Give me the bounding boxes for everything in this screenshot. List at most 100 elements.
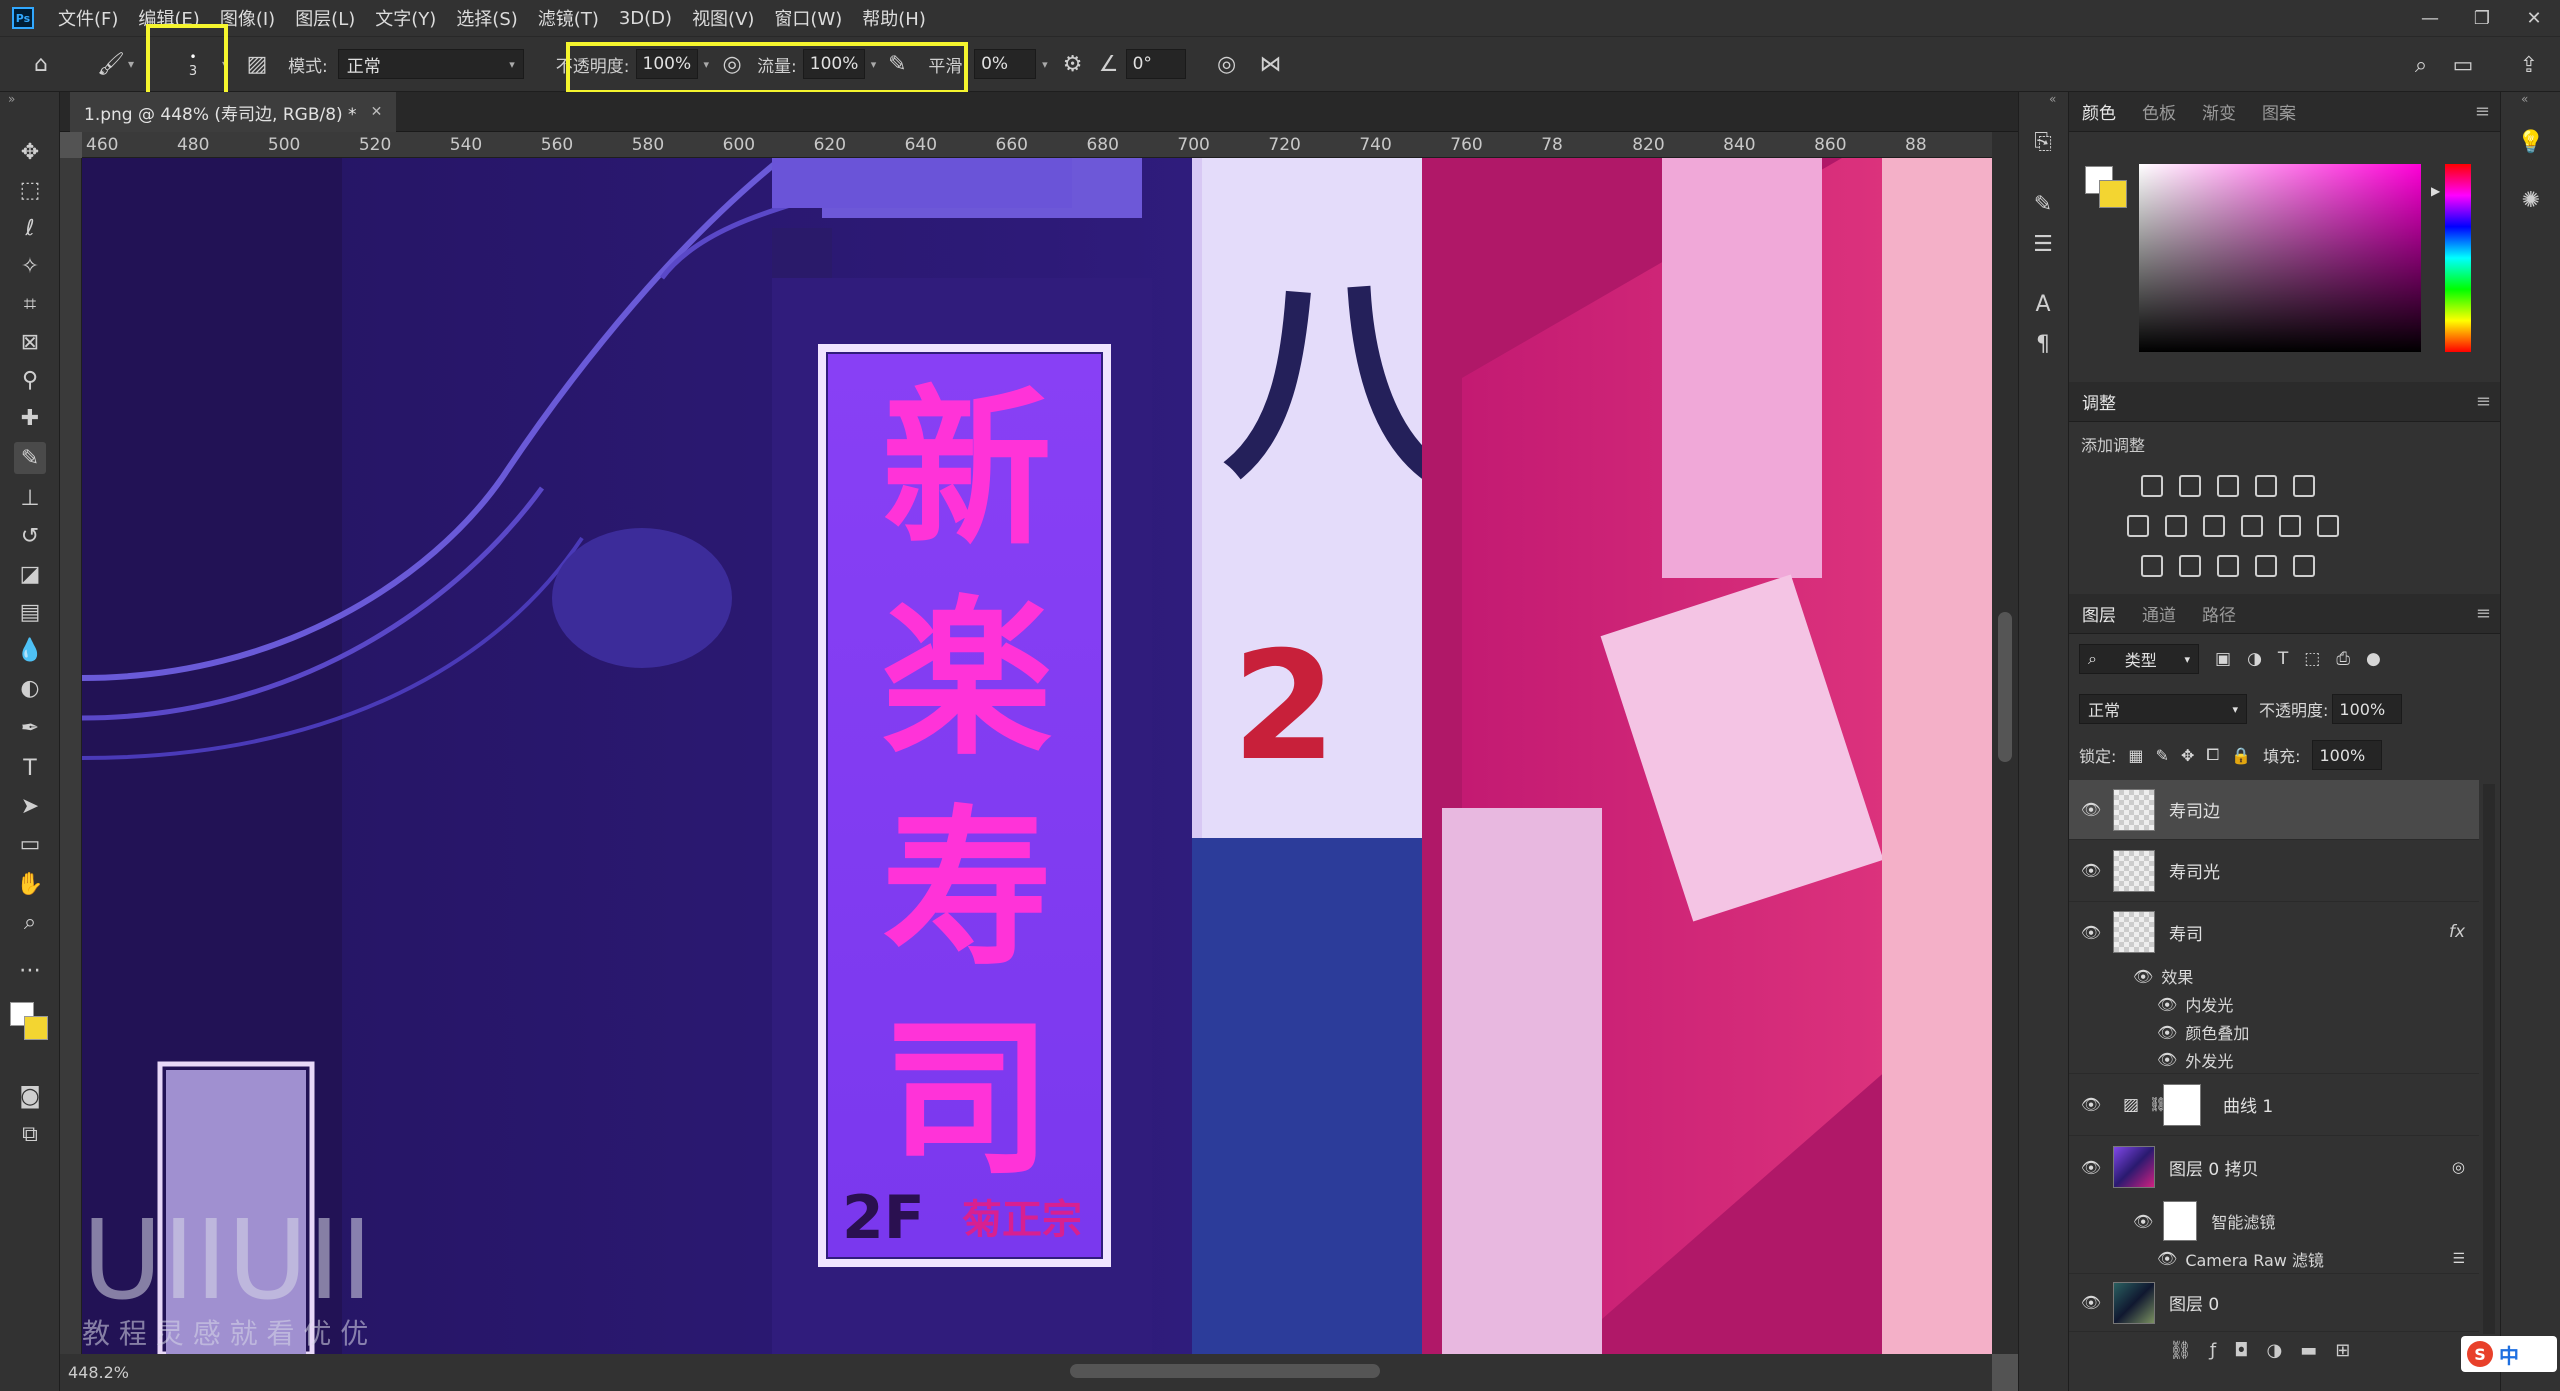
- canvas-vertical-scrollbar[interactable]: [1992, 132, 2018, 1354]
- path-selection-icon[interactable]: ➤: [14, 790, 46, 822]
- filter-toggle-icon[interactable]: ●: [2366, 649, 2381, 669]
- eyedropper-icon[interactable]: ⚲: [14, 364, 46, 396]
- blend-mode-select[interactable]: 正常 ▾: [2079, 694, 2247, 724]
- invert-icon[interactable]: [2141, 555, 2163, 577]
- tab-color[interactable]: 颜色: [2069, 99, 2129, 124]
- scroll-thumb[interactable]: [1998, 612, 2012, 762]
- rectangle-tool-icon[interactable]: ▭: [14, 828, 46, 860]
- effects-eye-icon[interactable]: 👁: [2133, 967, 2153, 986]
- chain-link-icon[interactable]: ⛓: [2149, 1097, 2167, 1113]
- threshold-icon[interactable]: [2217, 555, 2239, 577]
- new-layer-icon[interactable]: ⊞: [2335, 1340, 2350, 1361]
- fill-input[interactable]: 100%: [2312, 740, 2383, 770]
- close-tab-icon[interactable]: ✕: [371, 104, 383, 120]
- hue-slider[interactable]: [2445, 164, 2471, 352]
- eraser-icon[interactable]: ◪: [14, 558, 46, 590]
- stamp-tool-icon[interactable]: ⊥: [14, 482, 46, 514]
- visibility-eye-icon[interactable]: 👁: [2069, 1293, 2113, 1312]
- filter-type-icon[interactable]: T: [2278, 649, 2288, 669]
- photo-filter-icon[interactable]: [2241, 515, 2263, 537]
- panel-menu-icon[interactable]: ≡: [2475, 101, 2490, 122]
- layer-row-layer0[interactable]: 👁 图层 0: [2069, 1274, 2479, 1332]
- gear-icon[interactable]: ⚙: [1056, 47, 1090, 81]
- lock-artboard-icon[interactable]: ⧠: [2206, 745, 2219, 765]
- expand-dock-icon[interactable]: «: [2521, 92, 2528, 106]
- history-brush-icon[interactable]: ↺: [14, 520, 46, 552]
- visibility-eye-icon[interactable]: 👁: [2069, 923, 2113, 942]
- image-canvas[interactable]: 八 2 新 楽 寿 司 2F 菊正宗 UIIUII 教 程 灵 感 就 看 优 …: [82, 158, 1992, 1354]
- black-white-icon[interactable]: [2203, 515, 2225, 537]
- layer-row-sushi-light[interactable]: 👁 寿司光: [2069, 840, 2479, 902]
- smart-filters-group[interactable]: 👁 智能滤镜: [2069, 1198, 2479, 1244]
- lock-transparency-icon[interactable]: ▦: [2128, 746, 2143, 765]
- history-panel-icon[interactable]: ⎘: [2027, 126, 2059, 158]
- move-tool-icon[interactable]: ✥: [14, 136, 46, 168]
- filter-options-icon[interactable]: ☰: [2452, 1251, 2465, 1267]
- effect-color-overlay[interactable]: 👁 颜色叠加: [2069, 1018, 2479, 1046]
- tab-layers[interactable]: 图层: [2069, 601, 2129, 626]
- gradient-icon[interactable]: ▤: [14, 596, 46, 628]
- lock-paint-icon[interactable]: ✎: [2156, 746, 2169, 765]
- layer-opacity-input[interactable]: 100%: [2332, 694, 2403, 724]
- hue-saturation-icon[interactable]: [2127, 515, 2149, 537]
- filter-eye-icon[interactable]: 👁: [2157, 1249, 2177, 1268]
- filter-shape-icon[interactable]: ⬚: [2304, 649, 2320, 669]
- marquee-tool-icon[interactable]: ⬚: [14, 174, 46, 206]
- layers-menu-icon[interactable]: ≡: [2476, 603, 2491, 624]
- search-icon[interactable]: ⌕: [2404, 48, 2438, 82]
- tool-preset-chevron-icon[interactable]: ▾: [128, 57, 134, 71]
- new-adjustment-icon[interactable]: ◑: [2266, 1340, 2282, 1361]
- character-panel-icon[interactable]: A: [2027, 288, 2059, 320]
- quick-mask-icon[interactable]: ◙: [14, 1080, 46, 1112]
- layer-filter-select[interactable]: ⌕ 类型 ▾: [2079, 644, 2199, 674]
- channel-mixer-icon[interactable]: [2279, 515, 2301, 537]
- layer-row-sushi-edge[interactable]: 👁 寿司边: [2069, 780, 2479, 840]
- selective-color-icon[interactable]: [2255, 555, 2277, 577]
- zoom-level[interactable]: 448.2%: [68, 1363, 129, 1382]
- effects-group[interactable]: 👁 效果: [2069, 962, 2479, 990]
- blur-tool-icon[interactable]: 💧: [14, 634, 46, 666]
- angle-input[interactable]: 0°: [1125, 49, 1186, 79]
- color-balance-icon[interactable]: [2165, 515, 2187, 537]
- exposure-icon[interactable]: [2255, 475, 2277, 497]
- layer-name[interactable]: 寿司边: [2169, 797, 2220, 822]
- document-tab[interactable]: 1.png @ 448% (寿司边, RGB/8) * ✕: [70, 92, 397, 132]
- lasso-tool-icon[interactable]: ℓ: [14, 212, 46, 244]
- add-style-icon[interactable]: ƒ: [2210, 1340, 2216, 1361]
- pressure-size-icon[interactable]: ◎: [1210, 47, 1244, 81]
- layer-fx-badge[interactable]: fx: [2449, 922, 2465, 942]
- menu-view[interactable]: 视图(V): [682, 5, 764, 31]
- frame-tool-icon[interactable]: ⊠: [14, 326, 46, 358]
- color-lookup-icon[interactable]: [2317, 515, 2339, 537]
- gradient-map-icon[interactable]: [2293, 555, 2315, 577]
- ime-indicator[interactable]: S 中: [2461, 1336, 2557, 1372]
- brush-tool-selected-icon[interactable]: ✎: [14, 442, 46, 474]
- brightness-icon[interactable]: [2141, 475, 2163, 497]
- adjust-menu-icon[interactable]: ≡: [2476, 391, 2491, 412]
- more-tools-icon[interactable]: ⋯: [14, 954, 46, 986]
- tab-patterns[interactable]: 图案: [2249, 99, 2309, 124]
- hand-tool-icon[interactable]: ✋: [14, 868, 46, 900]
- horizontal-scroll-thumb[interactable]: [1070, 1364, 1380, 1378]
- workspace-icon[interactable]: ▭: [2446, 48, 2480, 82]
- filter-smart-icon[interactable]: ⎙: [2336, 649, 2350, 669]
- tab-adjustments[interactable]: 调整: [2069, 389, 2129, 414]
- magic-wand-icon[interactable]: ✧: [14, 250, 46, 282]
- layer-row-layer0-copy[interactable]: 👁 图层 0 拷贝 ◎: [2069, 1136, 2479, 1198]
- filter-adjustment-icon[interactable]: ◑: [2247, 649, 2262, 669]
- layers-scrollbar[interactable]: [2483, 784, 2495, 1334]
- effect-inner-glow[interactable]: 👁 内发光: [2069, 990, 2479, 1018]
- layer-name[interactable]: 寿司光: [2169, 858, 2220, 883]
- layer-name[interactable]: 图层 0 拷贝: [2169, 1155, 2259, 1180]
- menu-3d[interactable]: 3D(D): [609, 8, 682, 29]
- levels-icon[interactable]: [2179, 475, 2201, 497]
- effect-eye-icon[interactable]: 👁: [2157, 1023, 2177, 1042]
- lock-position-icon[interactable]: ✥: [2181, 746, 2194, 765]
- menu-select[interactable]: 选择(S): [446, 5, 527, 31]
- curves-icon[interactable]: [2217, 475, 2239, 497]
- filter-pixel-icon[interactable]: ▣: [2215, 649, 2231, 669]
- smoothing-input[interactable]: 0%: [974, 49, 1037, 79]
- menu-file[interactable]: 文件(F): [48, 5, 128, 31]
- layer-name[interactable]: 图层 0: [2169, 1290, 2219, 1315]
- menu-filter[interactable]: 滤镜(T): [528, 5, 609, 31]
